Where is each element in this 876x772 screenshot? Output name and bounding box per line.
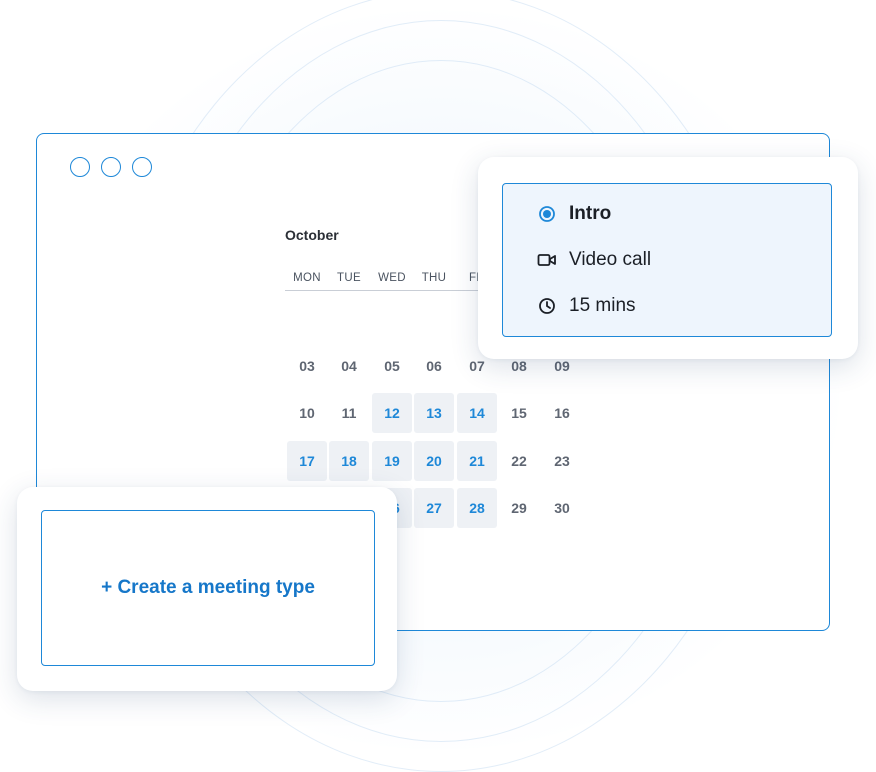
create-meeting-card: + Create a meeting type [17,487,397,691]
calendar-day: 11 [341,405,357,421]
calendar-day-available[interactable]: 14 [457,393,497,433]
radio-selected-icon [537,204,557,224]
calendar-day: 10 [299,405,315,421]
meeting-duration-row: 15 mins [537,294,636,318]
calendar-day-available[interactable]: 13 [414,393,454,433]
calendar-day-available[interactable]: 21 [457,441,497,481]
calendar-day: 03 [299,358,315,374]
meeting-name: Intro [569,203,612,224]
calendar-day: 04 [341,358,357,374]
calendar-day-available[interactable]: 28 [457,488,497,528]
create-meeting-type-button[interactable]: + Create a meeting type [41,510,375,666]
meeting-duration: 15 mins [569,295,636,316]
calendar-day: 23 [554,453,570,469]
meeting-location: Video call [569,249,652,270]
calendar-day-available[interactable]: 17 [287,441,327,481]
calendar-day-available[interactable]: 27 [414,488,454,528]
calendar-day-available[interactable]: 18 [329,441,369,481]
window-control-dot[interactable] [132,157,152,177]
weekday-header: TUE [337,272,361,284]
calendar-month-title: October [285,227,339,243]
meeting-info-panel: Intro Video call 15 mins [502,183,832,337]
calendar-day: 29 [511,500,527,516]
calendar-day-available[interactable]: 12 [372,393,412,433]
weekday-header: MON [293,272,321,284]
weekday-header: THU [421,272,447,284]
clock-icon [537,296,557,316]
calendar-day: 22 [511,453,527,469]
meeting-info-card: Intro Video call 15 mins [478,157,858,359]
calendar-day: 05 [384,358,400,374]
window-control-dot[interactable] [101,157,121,177]
meeting-name-row: Intro [537,202,611,226]
weekday-header: WED [378,272,406,284]
meeting-location-row: Video call [537,248,651,272]
calendar-day-available[interactable]: 19 [372,441,412,481]
calendar-day: 16 [554,405,570,421]
calendar-day: 15 [511,405,527,421]
video-camera-icon [537,250,557,270]
calendar-day: 06 [426,358,442,374]
calendar-day: 30 [554,500,570,516]
calendar-day-available[interactable]: 20 [414,441,454,481]
window-control-dot[interactable] [70,157,90,177]
